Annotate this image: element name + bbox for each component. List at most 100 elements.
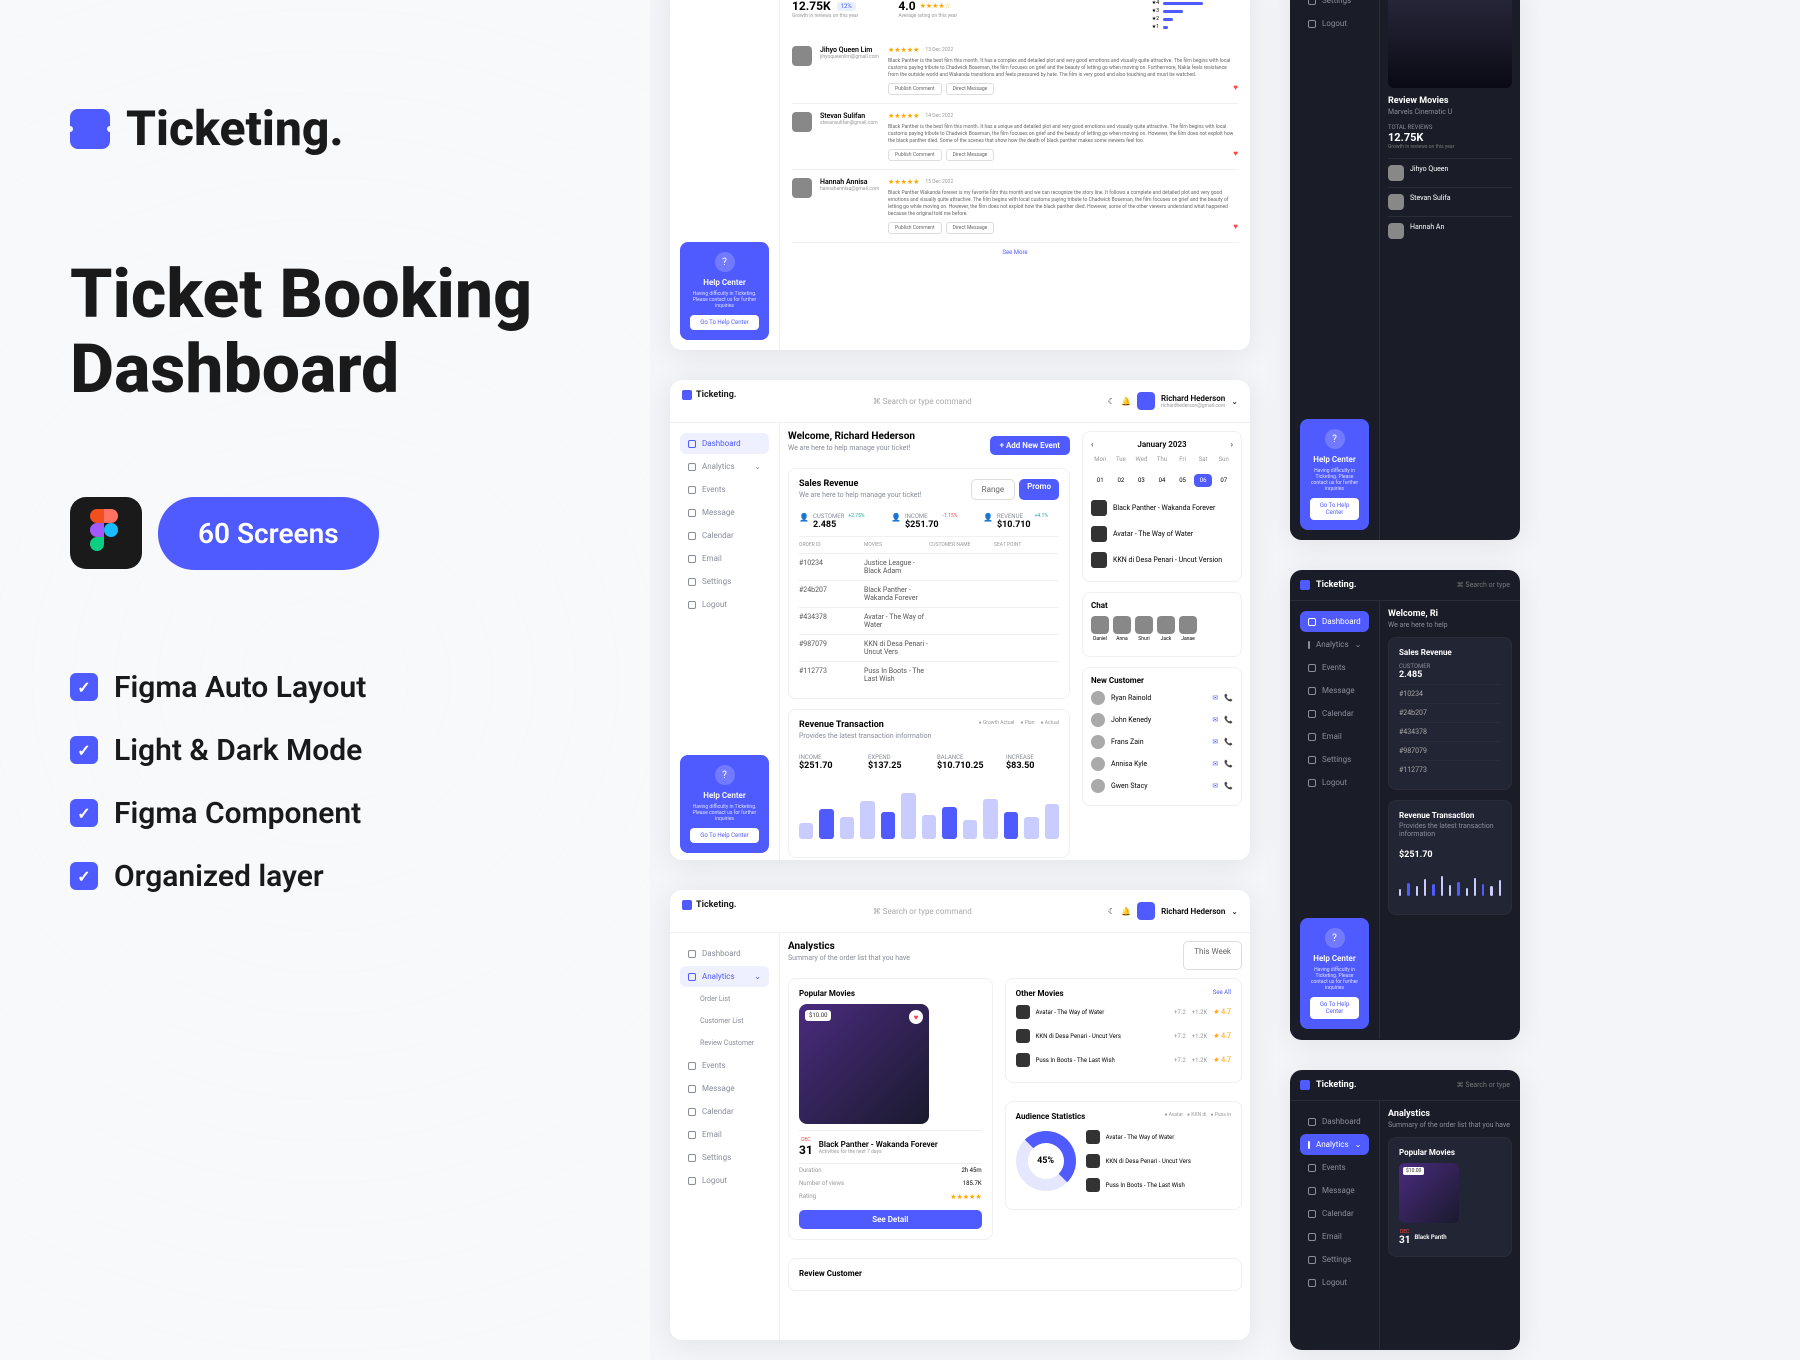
movie-poster[interactable]: $10.00 ♥ xyxy=(799,1004,929,1124)
sidebar-item-analytics[interactable]: Analytics⌄ xyxy=(680,456,769,477)
search-input[interactable]: ⌘ Search or type command xyxy=(873,397,972,406)
table-row[interactable]: #112773Puss In Boots - The Last Wish xyxy=(799,661,1059,688)
sidebar-item-settings[interactable]: Settings xyxy=(680,571,769,592)
sidebar-item-settings[interactable]: Settings xyxy=(1300,749,1369,770)
add-event-button[interactable]: + Add New Event xyxy=(990,436,1070,455)
sidebar-item-email[interactable]: Email xyxy=(680,1124,769,1145)
help-center-card[interactable]: ?Help CenterHaving difficulty in Ticketi… xyxy=(1300,918,1369,1029)
calendar-date[interactable]: 02 xyxy=(1112,474,1131,487)
direct-message-button[interactable]: Direct Message xyxy=(946,149,995,161)
customer-item[interactable]: Annisa Kyle✉📞 xyxy=(1091,753,1233,775)
sidebar-item-calendar[interactable]: Calendar xyxy=(680,1101,769,1122)
sidebar-item-logout[interactable]: Logout xyxy=(680,594,769,615)
sidebar-item-dashboard[interactable]: Dashboard xyxy=(1300,611,1369,632)
calendar-date[interactable]: 06 xyxy=(1194,474,1213,487)
sidebar-item-settings[interactable]: Settings xyxy=(680,1147,769,1168)
message-icon[interactable]: ✉ xyxy=(1212,760,1218,768)
sidebar-item-message[interactable]: Message xyxy=(1300,680,1369,701)
event-item[interactable]: Avatar - The Way of Water xyxy=(1091,521,1233,547)
customer-item[interactable]: Gwen Stacy✉📞 xyxy=(1091,775,1233,797)
sidebar-item-analytics[interactable]: Analytics⌄ xyxy=(1300,1134,1369,1155)
sidebar-item-logout[interactable]: Logout xyxy=(1322,19,1347,28)
chat-avatar[interactable]: Daniel xyxy=(1091,616,1109,642)
customer-item[interactable]: Ryan Rainold✉📞 xyxy=(1091,687,1233,709)
sidebar-sub-item[interactable]: Order List xyxy=(680,989,769,1009)
sidebar-item-logout[interactable]: Logout xyxy=(1300,772,1369,793)
sidebar-item-calendar[interactable]: Calendar xyxy=(1300,703,1369,724)
sidebar-item-events[interactable]: Events xyxy=(1300,1157,1369,1178)
publish-button[interactable]: Publish Comment xyxy=(888,83,942,95)
sidebar-item-email[interactable]: Email xyxy=(680,548,769,569)
bell-icon[interactable]: 🔔 xyxy=(1121,397,1131,406)
phone-icon[interactable]: 📞 xyxy=(1224,716,1233,724)
search-input[interactable]: ⌘ Search or type xyxy=(1457,581,1510,589)
search-input[interactable]: ⌘ Search or type xyxy=(1457,1081,1510,1089)
see-all-link[interactable]: See All xyxy=(1213,989,1231,1000)
movie-item[interactable]: KKN di Desa Penari - Uncut Vers xyxy=(1086,1149,1231,1173)
publish-button[interactable]: Publish Comment xyxy=(888,222,942,234)
chevron-down-icon[interactable]: ⌄ xyxy=(1231,907,1238,916)
sidebar-item-message[interactable]: Message xyxy=(1300,1180,1369,1201)
heart-icon[interactable]: ♥ xyxy=(1233,149,1238,161)
phone-icon[interactable]: 📞 xyxy=(1224,782,1233,790)
sidebar-item-calendar[interactable]: Calendar xyxy=(680,525,769,546)
heart-icon[interactable]: ♥ xyxy=(909,1010,923,1024)
sidebar-sub-item[interactable]: Review Customer xyxy=(680,1033,769,1053)
see-detail-button[interactable]: See Detail xyxy=(799,1210,982,1229)
phone-icon[interactable]: 📞 xyxy=(1224,760,1233,768)
event-item[interactable]: KKN di Desa Penari - Uncut Version xyxy=(1091,547,1233,573)
table-row[interactable]: #434378Avatar - The Way of Water xyxy=(799,607,1059,634)
moon-icon[interactable]: ☾ xyxy=(1108,907,1115,916)
sidebar-item-settings[interactable]: Settings xyxy=(1300,1249,1369,1270)
table-row[interactable]: #987079 xyxy=(1399,741,1501,760)
bell-icon[interactable]: 🔔 xyxy=(1121,907,1131,916)
help-center-card[interactable]: ?Help CenterHaving difficulty in Ticketi… xyxy=(680,755,769,853)
direct-message-button[interactable]: Direct Message xyxy=(946,83,995,95)
period-select[interactable]: This Week xyxy=(1183,941,1242,970)
sidebar-item-email[interactable]: Email xyxy=(1300,1226,1369,1247)
movie-item[interactable]: Avatar - The Way of Water xyxy=(1086,1125,1231,1149)
calendar-date[interactable]: 03 xyxy=(1132,474,1151,487)
user-menu[interactable]: ☾ 🔔 Richard Hederson richardhederson@gma… xyxy=(1108,392,1238,410)
chevron-right-icon[interactable]: › xyxy=(1231,440,1233,449)
user-menu[interactable]: ☾ 🔔 Richard Hederson ⌄ xyxy=(1108,902,1238,920)
table-row[interactable]: #24b207 xyxy=(1399,703,1501,722)
sidebar-item-logout[interactable]: Logout xyxy=(1300,1272,1369,1293)
help-button[interactable]: Go To Help Center xyxy=(690,828,759,843)
customer-item[interactable]: John Kenedy✉📞 xyxy=(1091,709,1233,731)
phone-icon[interactable]: 📞 xyxy=(1224,738,1233,746)
calendar-date[interactable]: 04 xyxy=(1153,474,1172,487)
chat-avatar[interactable]: Janae xyxy=(1179,616,1197,642)
message-icon[interactable]: ✉ xyxy=(1212,716,1218,724)
sidebar-item-calendar[interactable]: Calendar xyxy=(1300,1203,1369,1224)
movie-item[interactable]: Puss In Boots - The Last Wish+7.2+1.2K★ … xyxy=(1016,1048,1231,1072)
movie-item[interactable]: KKN di Desa Penari - Uncut Vers+7.2+1.2K… xyxy=(1016,1024,1231,1048)
help-button[interactable]: Go To Help Center xyxy=(690,315,759,330)
publish-button[interactable]: Publish Comment xyxy=(888,149,942,161)
event-item[interactable]: Black Panther - Wakanda Forever xyxy=(1091,495,1233,521)
chevron-down-icon[interactable]: ⌄ xyxy=(1231,397,1238,406)
sidebar-item-logout[interactable]: Logout xyxy=(680,1170,769,1191)
sidebar-item-message[interactable]: Message xyxy=(680,1078,769,1099)
table-row[interactable]: #24b207Black Panther - Wakanda Forever xyxy=(799,580,1059,607)
help-center-card[interactable]: ? Help Center Having difficulty in Ticke… xyxy=(680,242,769,340)
sidebar-item-events[interactable]: Events xyxy=(1300,657,1369,678)
table-row[interactable]: #987079KKN di Desa Penari - Uncut Vers xyxy=(799,634,1059,661)
sidebar-item-email[interactable]: Email xyxy=(1300,726,1369,747)
sidebar-sub-item[interactable]: Customer List xyxy=(680,1011,769,1031)
sidebar-item-events[interactable]: Events xyxy=(680,479,769,500)
calendar-date[interactable]: 01 xyxy=(1091,474,1110,487)
customer-item[interactable]: Frans Zain✉📞 xyxy=(1091,731,1233,753)
chat-avatar[interactable]: Jack xyxy=(1157,616,1175,642)
sidebar-item-analytics[interactable]: Analytics⌄ xyxy=(680,966,769,987)
table-row[interactable]: #112773 xyxy=(1399,760,1501,779)
range-button[interactable]: Range xyxy=(971,479,1015,500)
search-input[interactable]: ⌘ Search or type command xyxy=(873,907,972,916)
movie-item[interactable]: Puss In Boots - The Last Wish xyxy=(1086,1173,1231,1197)
sidebar-item-dashboard[interactable]: Dashboard xyxy=(680,433,769,454)
sidebar-item-dashboard[interactable]: Dashboard xyxy=(1300,1111,1369,1132)
heart-icon[interactable]: ♥ xyxy=(1233,222,1238,234)
table-row[interactable]: #10234 xyxy=(1399,684,1501,703)
calendar-date[interactable]: 07 xyxy=(1214,474,1233,487)
sidebar-item-analytics[interactable]: Analytics⌄ xyxy=(1300,634,1369,655)
